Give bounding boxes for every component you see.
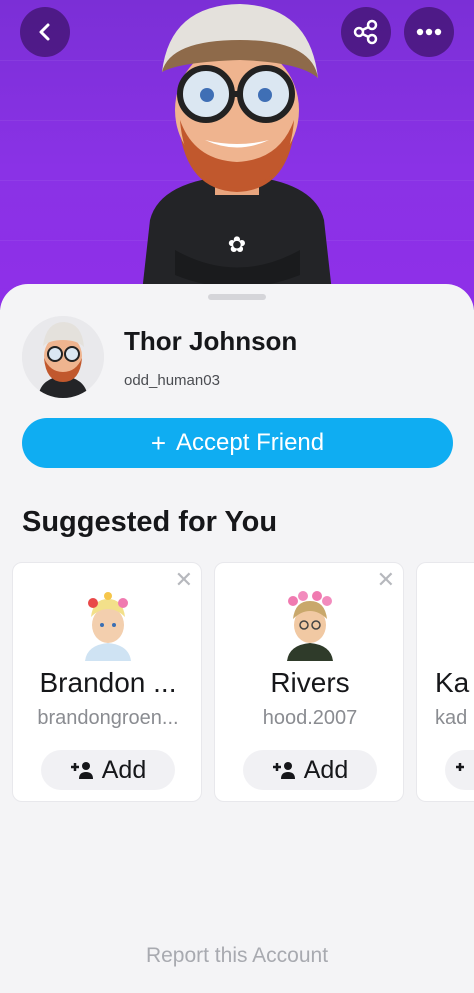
accept-friend-label: Accept Friend (176, 429, 325, 456)
add-friend-icon (456, 763, 464, 771)
suggestion-name: Brandon ... (39, 667, 177, 698)
sheet-grabber[interactable] (208, 294, 266, 300)
dismiss-icon[interactable]: ✕ (377, 567, 395, 593)
bitmoji-avatar-icon (287, 591, 333, 661)
profile-avatar[interactable] (22, 316, 104, 398)
share-icon (353, 19, 378, 45)
add-friend-label: Add (303, 755, 349, 784)
suggestion-username: brandongroen... (37, 707, 179, 729)
accept-friend-button[interactable]: + Accept Friend (22, 418, 453, 468)
profile-sheet: Thor Johnson odd_human03 + Accept Friend… (0, 284, 474, 993)
bitmoji-hero-illustration: ✿ (140, 4, 334, 310)
add-friend-label: Add (101, 755, 147, 784)
add-friend-button[interactable]: Add (41, 750, 175, 790)
suggestion-username: kad (435, 707, 468, 729)
suggestion-card[interactable]: Ka kad (416, 562, 474, 802)
add-friend-button[interactable] (445, 750, 474, 790)
dismiss-icon[interactable]: ✕ (175, 567, 193, 593)
report-account-link[interactable]: Report this Account (0, 944, 474, 968)
chevron-left-icon (39, 23, 50, 41)
share-button[interactable] (341, 7, 391, 57)
add-friend-icon (70, 762, 93, 779)
profile-username: odd_human03 (124, 372, 220, 389)
svg-text:✿: ✿ (228, 233, 246, 258)
more-dots-icon (416, 28, 442, 36)
suggestion-name: Ka (435, 667, 470, 698)
bitmoji-avatar-icon (85, 592, 131, 661)
profile-hero-banner: ✿ (0, 0, 474, 310)
suggested-section-title: Suggested for You (22, 506, 278, 538)
back-button[interactable] (20, 7, 70, 57)
add-friend-button[interactable]: Add (243, 750, 377, 790)
bitmoji-avatar-icon (22, 316, 104, 398)
plus-icon: + (150, 427, 167, 458)
profile-display-name: Thor Johnson (124, 326, 298, 356)
more-options-button[interactable] (404, 7, 454, 57)
suggestion-card[interactable]: ✕ Brandon ... brandongroen... Add (12, 562, 202, 802)
suggestion-card[interactable]: ✕ Rivers hood.2007 Add (214, 562, 404, 802)
suggestion-name: Rivers (270, 667, 350, 698)
suggestion-username: hood.2007 (262, 707, 358, 729)
add-friend-icon (272, 762, 295, 779)
